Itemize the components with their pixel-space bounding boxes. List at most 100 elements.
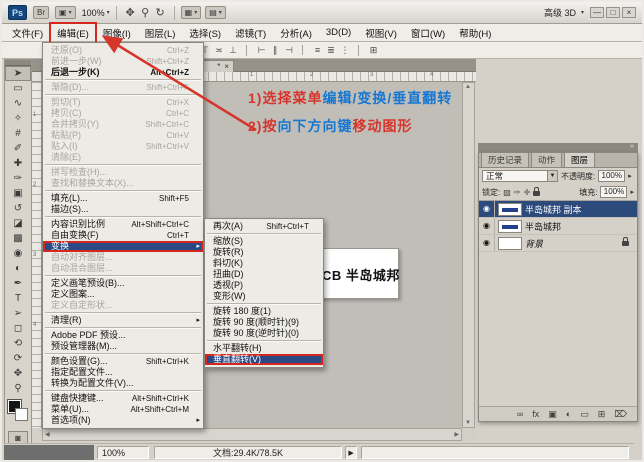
align-horizontal-centers-icon[interactable]: ∥ bbox=[268, 45, 282, 56]
menu-item[interactable]: 定义图案... bbox=[43, 289, 203, 300]
eyedropper-tool[interactable]: ✐ bbox=[5, 141, 31, 156]
distribute-top-edges-icon[interactable]: ≡ bbox=[302, 45, 324, 55]
layer-group-icon[interactable]: ▭ bbox=[580, 409, 589, 420]
type-tool[interactable]: T bbox=[5, 291, 31, 306]
path-selection-tool[interactable]: ➢ bbox=[5, 306, 31, 321]
layer-thumbnail[interactable] bbox=[498, 237, 522, 250]
minimize-button[interactable]: — bbox=[590, 7, 604, 18]
status-options-button[interactable]: ▶ bbox=[345, 446, 357, 459]
zoom-tool[interactable]: ⚲ bbox=[5, 381, 31, 396]
background-color-swatch[interactable] bbox=[15, 408, 28, 421]
scroll-right-icon[interactable]: ▶ bbox=[454, 431, 459, 438]
layer-mask-icon[interactable]: ▣ bbox=[548, 409, 557, 420]
layer-visibility-icon[interactable]: ◉ bbox=[479, 201, 495, 217]
layer-visibility-icon[interactable]: ◉ bbox=[479, 218, 495, 234]
menu-item[interactable]: 旋转 90 度(顺时针)(9) bbox=[205, 317, 323, 328]
lasso-tool[interactable]: ∿ bbox=[5, 96, 31, 111]
lock-transparent-icon[interactable]: ▨ bbox=[503, 188, 511, 197]
menu-item[interactable]: 透视(P) bbox=[205, 280, 323, 291]
menu-item[interactable]: 查找和替换文本(X)... bbox=[43, 178, 203, 189]
menu-bar-item[interactable]: 分析(A) bbox=[274, 24, 318, 42]
menu-item[interactable]: 自动混合图层... bbox=[43, 263, 203, 274]
blur-tool[interactable]: ◉ bbox=[5, 246, 31, 261]
pen-tool[interactable]: ✒ bbox=[5, 276, 31, 291]
menu-item[interactable]: 清除(E) bbox=[43, 152, 203, 163]
gradient-tool[interactable]: ▩ bbox=[5, 231, 31, 246]
healing-brush-tool[interactable]: ✚ bbox=[5, 156, 31, 171]
auto-align-layers-icon[interactable]: ⊞ bbox=[358, 45, 380, 56]
menu-item[interactable]: 渐隐(D)... Shift+Ctrl+F bbox=[43, 82, 203, 93]
adjustment-layer-icon[interactable]: ◐ bbox=[566, 409, 571, 419]
panel-tab[interactable]: 动作 bbox=[531, 152, 562, 167]
3d-orbit-tool[interactable]: ⟳ bbox=[5, 351, 31, 366]
layer-row[interactable]: ◉ 半岛城邦 bbox=[479, 218, 637, 235]
menu-item[interactable]: 变形(W) bbox=[205, 291, 323, 302]
menu-bar-item[interactable]: 图像(I) bbox=[97, 24, 137, 42]
rectangle-tool[interactable]: ◻ bbox=[5, 321, 31, 336]
panel-tab[interactable]: 历史记录 bbox=[481, 152, 529, 167]
align-left-edges-icon[interactable]: ⊢ bbox=[246, 45, 268, 56]
menu-item[interactable]: 菜单(U)... Alt+Shift+Ctrl+M bbox=[43, 404, 203, 415]
restore-button[interactable]: □ bbox=[606, 7, 620, 18]
menu-bar-item[interactable]: 文件(F) bbox=[6, 24, 49, 42]
menu-bar-item[interactable]: 视图(V) bbox=[359, 24, 403, 42]
scroll-up-icon[interactable]: ▲ bbox=[465, 84, 471, 90]
3d-rotate-tool[interactable]: ⟲ bbox=[5, 336, 31, 351]
delete-layer-icon[interactable]: ⌦ bbox=[614, 409, 627, 420]
menu-item[interactable]: 自由变换(F) Ctrl+T bbox=[43, 230, 203, 241]
clone-stamp-tool[interactable]: ▣ bbox=[5, 186, 31, 201]
align-vertical-centers-icon[interactable]: ≍ bbox=[212, 45, 226, 56]
layer-row[interactable]: ◉ 背景 bbox=[479, 235, 637, 252]
rotate-view-icon[interactable]: ↻ bbox=[153, 6, 168, 19]
menu-item[interactable]: Adobe PDF 预设... bbox=[43, 330, 203, 341]
menu-bar-item[interactable]: 3D(D) bbox=[320, 25, 357, 40]
workspace-switcher[interactable]: 高级 3D▾ bbox=[544, 6, 584, 19]
distribute-bottom-edges-icon[interactable]: ⋮ bbox=[338, 45, 352, 56]
align-right-edges-icon[interactable]: ⊣ bbox=[282, 45, 296, 56]
dodge-tool[interactable]: ◐ bbox=[5, 261, 31, 276]
lock-position-icon[interactable]: ✛ bbox=[524, 188, 531, 197]
menu-item[interactable]: 首选项(N) bbox=[43, 415, 203, 426]
menu-item[interactable]: 旋转 90 度(逆时针)(0) bbox=[205, 328, 323, 339]
menu-bar-item[interactable]: 选择(S) bbox=[183, 24, 227, 42]
collapse-dock-icon[interactable]: » bbox=[630, 143, 634, 150]
fill-field[interactable]: 100% bbox=[600, 186, 627, 198]
menu-bar-item[interactable]: 滤镜(T) bbox=[229, 24, 272, 42]
brush-tool[interactable]: ✑ bbox=[5, 171, 31, 186]
menu-item[interactable]: 合并拷贝(Y) Shift+Ctrl+C bbox=[43, 119, 203, 130]
menu-bar-item[interactable]: 编辑(E) bbox=[51, 24, 95, 42]
menu-item[interactable]: 预设管理器(M)... bbox=[43, 341, 203, 352]
close-tab-icon[interactable]: × bbox=[224, 62, 229, 71]
menu-item[interactable]: 内容识别比例 Alt+Shift+Ctrl+C bbox=[43, 219, 203, 230]
menu-item[interactable]: 定义自定形状... bbox=[43, 300, 203, 311]
align-bottom-edges-icon[interactable]: ⊥ bbox=[226, 45, 240, 56]
dock-header[interactable]: » bbox=[478, 143, 638, 152]
scroll-down-icon[interactable]: ▼ bbox=[465, 420, 471, 426]
menu-item[interactable]: 还原(O) Ctrl+Z bbox=[43, 45, 203, 56]
close-button[interactable]: × bbox=[622, 7, 636, 18]
layer-thumbnail[interactable] bbox=[498, 220, 522, 233]
scroll-left-icon[interactable]: ◀ bbox=[45, 431, 50, 438]
eraser-tool[interactable]: ◪ bbox=[5, 216, 31, 231]
menu-item[interactable]: 垂直翻转(V) bbox=[205, 354, 323, 365]
menu-item[interactable]: 清理(R) bbox=[43, 315, 203, 326]
menu-item[interactable]: 颜色设置(G)... Shift+Ctrl+K bbox=[43, 356, 203, 367]
menu-item[interactable]: 定义画笔预设(B)... bbox=[43, 278, 203, 289]
opacity-field[interactable]: 100% bbox=[598, 170, 625, 182]
menu-item[interactable]: 前进一步(W) Shift+Ctrl+Z bbox=[43, 56, 203, 67]
menu-item[interactable]: 描边(S)... bbox=[43, 204, 203, 215]
menu-item[interactable]: 填充(L)... Shift+F5 bbox=[43, 193, 203, 204]
menu-item[interactable]: 旋转 180 度(1) bbox=[205, 306, 323, 317]
menu-item[interactable]: 后退一步(K) Alt+Ctrl+Z bbox=[43, 67, 203, 78]
menu-item[interactable]: 缩放(S) bbox=[205, 236, 323, 247]
rectangular-marquee-tool[interactable]: ▭ bbox=[5, 81, 31, 96]
menu-item[interactable]: 剪切(T) Ctrl+X bbox=[43, 97, 203, 108]
lock-pixels-icon[interactable]: ✑ bbox=[514, 188, 521, 197]
view-extras-button[interactable]: ▣▾ bbox=[55, 6, 76, 19]
menu-bar-item[interactable]: 图层(L) bbox=[139, 24, 182, 42]
move-tool[interactable]: ➤ bbox=[5, 66, 31, 81]
layer-thumbnail[interactable] bbox=[498, 203, 522, 216]
arrange-documents-icon[interactable]: ▦▾ bbox=[181, 6, 202, 19]
status-zoom-field[interactable]: 100% bbox=[97, 446, 149, 459]
menu-item[interactable]: 再次(A) Shift+Ctrl+T bbox=[205, 221, 323, 232]
